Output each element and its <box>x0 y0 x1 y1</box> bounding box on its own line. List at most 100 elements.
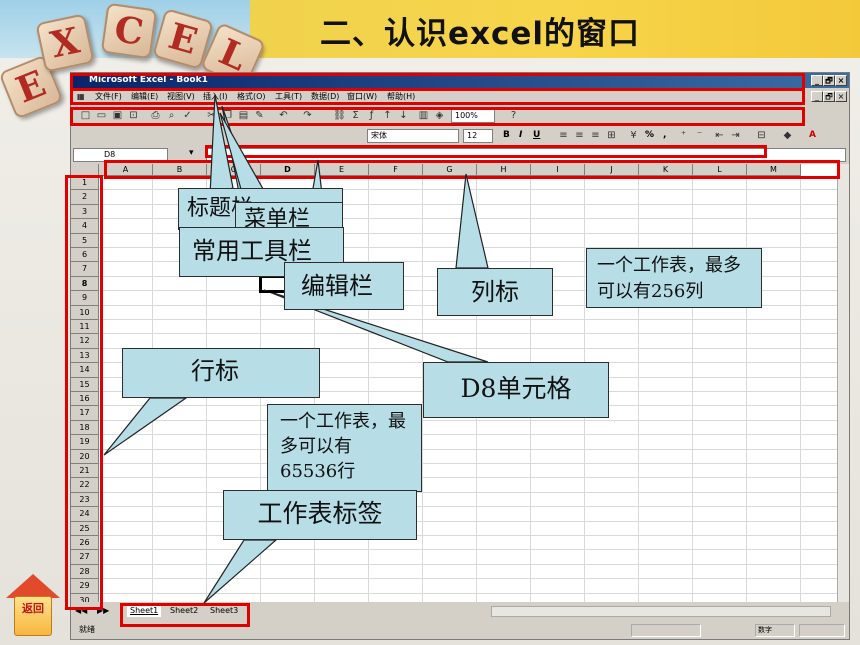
row-header-10[interactable]: 10 <box>71 305 99 320</box>
column-header-l[interactable]: L <box>693 164 747 176</box>
row-header-2[interactable]: 2 <box>71 190 99 205</box>
row-header-15[interactable]: 15 <box>71 377 99 392</box>
row-header-24[interactable]: 24 <box>71 507 99 522</box>
return-home-button[interactable]: 返回 <box>4 574 62 640</box>
row-header-25[interactable]: 25 <box>71 521 99 536</box>
row-header-17[interactable]: 17 <box>71 406 99 421</box>
doc-close-button[interactable]: × <box>835 91 847 102</box>
row-header-8[interactable]: 8 <box>71 276 99 292</box>
row-header-14[interactable]: 14 <box>71 363 99 378</box>
menu-help[interactable]: 帮助(H) <box>387 89 415 104</box>
print-icon[interactable]: ⎙ <box>149 109 162 122</box>
row-header-6[interactable]: 6 <box>71 248 99 263</box>
column-header-m[interactable]: M <box>747 164 801 176</box>
column-header-k[interactable]: K <box>639 164 693 176</box>
column-header-f[interactable]: F <box>369 164 423 176</box>
name-box[interactable]: D8 <box>73 148 168 162</box>
row-header-20[interactable]: 20 <box>71 449 99 464</box>
sheet-tab-3[interactable]: Sheet3 <box>207 605 241 617</box>
decrease-decimal-icon[interactable]: ⁻ <box>693 129 706 142</box>
function-fx-icon[interactable]: ▾ <box>189 148 194 158</box>
underline-button[interactable]: U <box>533 130 540 140</box>
italic-button[interactable]: I <box>519 130 522 140</box>
redo-icon[interactable]: ↷ <box>301 109 314 122</box>
bold-button[interactable]: B <box>503 130 510 140</box>
chart-wizard-icon[interactable]: ▥ <box>417 109 430 122</box>
row-header-5[interactable]: 5 <box>71 233 99 248</box>
excel-doc-icon[interactable]: ▦ <box>77 89 85 104</box>
horizontal-scrollbar[interactable] <box>491 606 831 617</box>
save-icon[interactable]: ▣ <box>111 109 124 122</box>
row-header-27[interactable]: 27 <box>71 550 99 565</box>
merge-center-icon[interactable]: ⊞ <box>605 129 618 142</box>
row-header-26[interactable]: 26 <box>71 536 99 551</box>
row-header-22[interactable]: 22 <box>71 478 99 493</box>
column-header-e[interactable]: E <box>315 164 369 176</box>
menu-file[interactable]: 文件(F) <box>95 89 122 104</box>
paste-icon[interactable]: ▤ <box>237 109 250 122</box>
tab-scroll-first-icon[interactable]: ◀◀ <box>75 605 87 617</box>
cut-icon[interactable]: ✂ <box>205 109 218 122</box>
row-header-16[interactable]: 16 <box>71 392 99 407</box>
row-header-12[interactable]: 12 <box>71 334 99 349</box>
row-header-11[interactable]: 11 <box>71 320 99 335</box>
increase-indent-icon[interactable]: ⇥ <box>729 129 742 142</box>
sort-ascending-icon[interactable]: ↑ <box>381 109 394 122</box>
menu-window[interactable]: 窗口(W) <box>347 89 377 104</box>
open-folder-icon[interactable]: ▭ <box>95 109 108 122</box>
new-file-icon[interactable]: □ <box>79 109 92 122</box>
undo-icon[interactable]: ↶ <box>277 109 290 122</box>
restore-button[interactable]: 🗗 <box>823 75 835 86</box>
row-header-29[interactable]: 29 <box>71 579 99 594</box>
drawing-icon[interactable]: ◈ <box>433 109 446 122</box>
align-right-icon[interactable]: ≡ <box>589 129 602 142</box>
close-button[interactable]: × <box>835 75 847 86</box>
row-header-13[interactable]: 13 <box>71 348 99 364</box>
vertical-scrollbar[interactable] <box>837 164 849 602</box>
row-header-18[interactable]: 18 <box>71 420 99 436</box>
menu-format[interactable]: 格式(O) <box>237 89 266 104</box>
permission-icon[interactable]: ⊡ <box>127 109 140 122</box>
borders-icon[interactable]: ⊟ <box>755 129 768 142</box>
column-header-j[interactable]: J <box>585 164 639 176</box>
sheet-tab-1[interactable]: Sheet1 <box>127 605 162 617</box>
column-header-d[interactable]: D <box>261 164 315 176</box>
font-size-select[interactable]: 12 <box>463 129 493 143</box>
sheet-tab-2[interactable]: Sheet2 <box>167 605 201 617</box>
select-all-corner[interactable] <box>71 164 99 176</box>
spelling-icon[interactable]: ✓ <box>181 109 194 122</box>
fill-color-icon[interactable]: ◆ <box>781 129 794 142</box>
copy-icon[interactable]: ❐ <box>221 109 234 122</box>
row-header-1[interactable]: 1 <box>71 176 99 191</box>
percent-button[interactable]: % <box>645 130 654 140</box>
zoom-select[interactable]: 100% <box>451 109 495 123</box>
menu-view[interactable]: 视图(V) <box>167 89 195 104</box>
hyperlink-icon[interactable]: ⛓ <box>333 109 346 122</box>
menu-insert[interactable]: 插入(I) <box>203 89 228 104</box>
format-painter-icon[interactable]: ✎ <box>253 109 266 122</box>
row-header-19[interactable]: 19 <box>71 435 99 450</box>
row-header-7[interactable]: 7 <box>71 262 99 277</box>
column-header-a[interactable]: A <box>99 164 153 176</box>
row-header-28[interactable]: 28 <box>71 564 99 580</box>
menu-data[interactable]: 数据(D) <box>311 89 339 104</box>
font-color-button[interactable]: A <box>809 130 816 140</box>
autosum-icon[interactable]: Σ <box>349 109 362 122</box>
decrease-indent-icon[interactable]: ⇤ <box>713 129 726 142</box>
currency-icon[interactable]: ¥ <box>627 129 640 142</box>
minimize-button[interactable]: _ <box>811 75 823 86</box>
align-center-icon[interactable]: ≡ <box>573 129 586 142</box>
align-left-icon[interactable]: ≡ <box>557 129 570 142</box>
column-header-c[interactable]: C <box>207 164 261 176</box>
row-header-3[interactable]: 3 <box>71 204 99 220</box>
doc-minimize-button[interactable]: _ <box>811 91 823 102</box>
row-header-21[interactable]: 21 <box>71 464 99 479</box>
help-icon[interactable]: ? <box>507 109 520 122</box>
column-header-b[interactable]: B <box>153 164 207 176</box>
increase-decimal-icon[interactable]: ⁺ <box>677 129 690 142</box>
column-header-h[interactable]: H <box>477 164 531 176</box>
formula-input[interactable] <box>206 148 846 162</box>
row-header-9[interactable]: 9 <box>71 291 99 306</box>
print-preview-icon[interactable]: ⌕ <box>165 109 178 122</box>
row-header-30[interactable]: 30 <box>71 593 99 602</box>
